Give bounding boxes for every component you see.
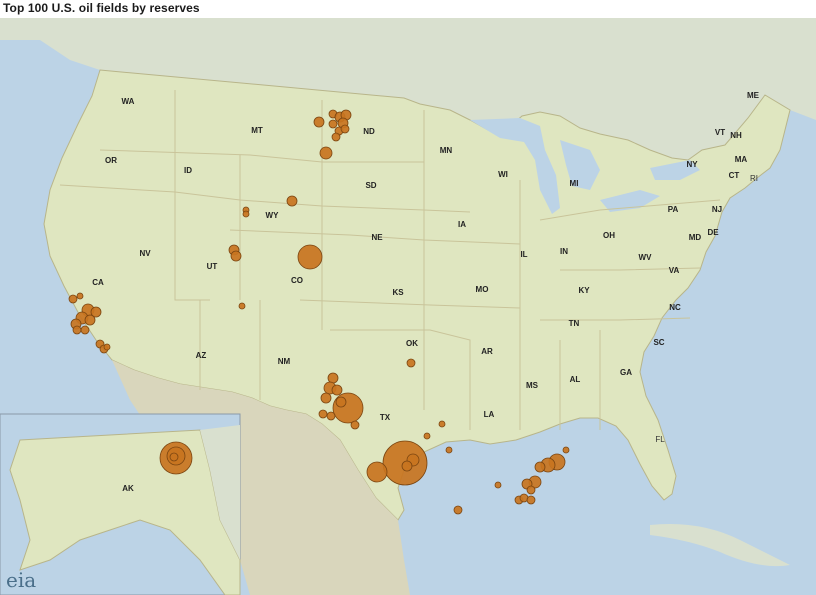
oil-field-marker[interactable] [68,294,78,304]
state-label-or: OR [105,156,117,165]
oil-field-marker[interactable] [72,325,82,335]
eia-logo: eia [6,568,37,592]
oil-field-marker[interactable] [350,420,360,430]
state-label-co: CO [291,276,303,285]
state-label-la: LA [484,410,495,419]
state-label-tn: TN [569,319,580,328]
state-label-id: ID [184,166,192,175]
oil-field-marker[interactable] [331,384,343,396]
state-label-mt: MT [251,126,263,135]
state-label-md: MD [689,233,702,242]
state-label-sd: SD [365,181,376,190]
oil-field-marker[interactable] [318,409,328,419]
state-label-ks: KS [392,288,404,297]
oil-field-marker[interactable] [332,392,364,424]
oil-field-marker[interactable] [238,302,246,310]
oil-field-marker[interactable] [242,210,250,218]
state-label-oh: OH [603,231,615,240]
oil-field-marker[interactable] [297,244,323,270]
oil-field-marker[interactable] [319,146,333,160]
state-label-fl: FL [655,435,665,444]
oil-field-marker[interactable] [340,124,350,134]
state-label-ri: RI [750,174,758,183]
state-label-de: DE [707,228,719,237]
state-label-ok: OK [406,339,418,348]
state-label-vt: VT [715,128,725,137]
oil-field-marker[interactable] [169,452,179,462]
oil-field-marker[interactable] [366,461,388,483]
state-label-ne: NE [371,233,383,242]
oil-field-marker[interactable] [313,116,325,128]
state-label-nv: NV [139,249,151,258]
state-label-ms: MS [526,381,539,390]
state-label-ma: MA [735,155,748,164]
state-label-il: IL [520,250,527,259]
state-label-nd: ND [363,127,375,136]
oil-field-marker[interactable] [84,314,96,326]
state-label-ut: UT [207,262,218,271]
state-label-az: AZ [196,351,207,360]
oil-field-marker[interactable] [328,119,338,129]
state-label-me: ME [747,91,760,100]
oil-field-marker[interactable] [438,420,446,428]
oil-field-marker[interactable] [320,392,332,404]
oil-field-marker[interactable] [230,250,242,262]
state-label-wv: WV [639,253,653,262]
oil-field-marker[interactable] [331,132,341,142]
oil-field-marker[interactable] [326,411,336,421]
oil-field-marker[interactable] [423,432,431,440]
state-label-wi: WI [498,170,508,179]
oil-field-marker[interactable] [76,292,84,300]
state-label-ky: KY [578,286,590,295]
state-label-ga: GA [620,368,632,377]
page: Top 100 U.S. oil fields by reserves WA M… [0,0,816,595]
oil-field-marker[interactable] [80,325,90,335]
state-label-pa: PA [668,205,679,214]
state-label-in: IN [560,247,568,256]
state-label-va: VA [669,266,680,275]
state-label-nc: NC [669,303,681,312]
oil-field-marker[interactable] [494,481,502,489]
state-label-wy: WY [266,211,280,220]
state-label-nm: NM [278,357,291,366]
oil-field-marker[interactable] [406,358,416,368]
oil-field-marker[interactable] [562,446,570,454]
oil-field-marker[interactable] [327,372,339,384]
state-label-tx: TX [380,413,391,422]
state-label-ny: NY [686,160,698,169]
oil-field-marker[interactable] [526,485,536,495]
oil-field-marker[interactable] [526,495,536,505]
state-label-mo: MO [476,285,489,294]
oil-field-marker[interactable] [534,461,546,473]
oil-field-marker[interactable] [453,505,463,515]
map-title: Top 100 U.S. oil fields by reserves [3,1,200,15]
oil-field-marker[interactable] [445,446,453,454]
oil-field-marker[interactable] [401,460,413,472]
oil-field-marker[interactable] [286,195,298,207]
state-label-mi: MI [570,179,579,188]
oil-fields-map: WA MT ND MN ME OR ID SD WI MI NY VT NH M… [0,18,816,595]
state-label-ia: IA [458,220,466,229]
state-label-nj: NJ [712,205,722,214]
oil-field-marker[interactable] [103,343,111,351]
state-label-ct: CT [729,171,740,180]
state-label-al: AL [570,375,581,384]
state-label-ar: AR [481,347,493,356]
state-label-wa: WA [122,97,135,106]
state-label-sc: SC [653,338,664,347]
state-label-ak: AK [122,484,134,493]
state-label-nh: NH [730,131,742,140]
state-label-mn: MN [440,146,453,155]
oil-field-marker[interactable] [335,396,347,408]
state-label-ca: CA [92,278,104,287]
